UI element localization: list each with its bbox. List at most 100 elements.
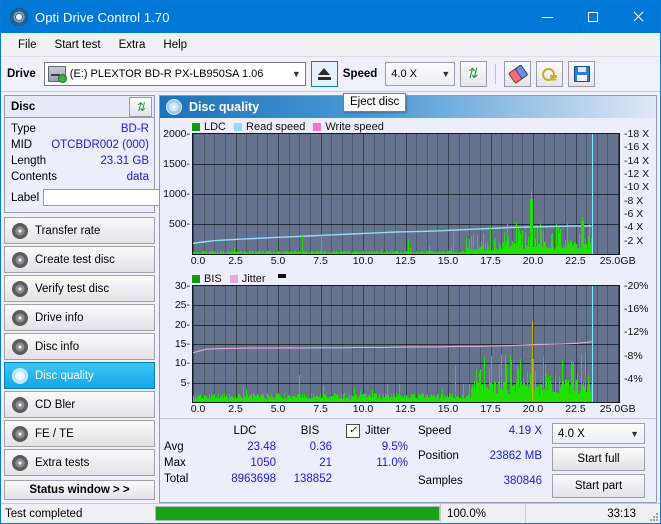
x-tick-label: 7.5 bbox=[313, 403, 328, 415]
bis-plot-area[interactable] bbox=[192, 285, 620, 403]
progress-percent: 100.0% bbox=[440, 504, 525, 523]
progress-track bbox=[155, 506, 440, 521]
sidebar-item-transfer-rate[interactable]: Transfer rate bbox=[4, 217, 155, 244]
sidebar-item-disc-info[interactable]: Disc info bbox=[4, 333, 155, 360]
stats-table: LDC BIS Avg 23.48 0.36 Max 1050 21 Total… bbox=[164, 423, 338, 498]
resize-grip-icon[interactable] bbox=[644, 504, 660, 523]
eject-disc-tooltip: Eject disc bbox=[343, 93, 407, 112]
bis-x-axis: 0.0 2.5 5.0 7.5 10.0 12.5 15.0 17.5 20.0 22.5 25.0 bbox=[191, 403, 621, 418]
speed-label: Speed bbox=[342, 68, 378, 80]
main-body: Disc ⇅ Type BD-R MID OTCBDR002 (000) Len… bbox=[1, 92, 660, 503]
x-tick-label: 0.0 bbox=[190, 255, 206, 267]
grip-dots bbox=[656, 519, 658, 521]
jitter-header: ✓ Jitter bbox=[346, 423, 408, 439]
ldc-x-axis-pad-left bbox=[162, 255, 192, 270]
title-bar: Opti Drive Control 1.70 bbox=[1, 1, 660, 33]
disc-row-length: Length 23.31 GB bbox=[11, 153, 149, 169]
position-cursor bbox=[592, 286, 594, 402]
refresh-icon: ⇅ bbox=[466, 65, 479, 81]
disc-icon bbox=[12, 367, 28, 384]
bar-peak bbox=[453, 233, 454, 254]
x-tick-label: 2.5 bbox=[228, 403, 243, 415]
menu-file[interactable]: File bbox=[9, 36, 46, 54]
y-tick-label: 5- bbox=[180, 376, 190, 389]
x-tick-label: 15.0 bbox=[437, 403, 459, 415]
y-tick-label: 20- bbox=[174, 318, 190, 331]
bis-chart-legend: BIS Jitter bbox=[162, 272, 654, 285]
stats-total-ldc: 8963698 bbox=[231, 473, 276, 485]
toolbar: Drive (E:) PLEXTOR BD-R PX-LB950SA 1.06 … bbox=[1, 57, 660, 92]
bis-x-unit: GB bbox=[620, 403, 654, 418]
eject-icon bbox=[317, 68, 331, 80]
x-tick-label: 10.0 bbox=[352, 255, 374, 267]
disc-panel-title: Disc bbox=[11, 100, 36, 113]
samples-readout-label: Samples bbox=[418, 475, 463, 487]
refresh-button[interactable]: ⇅ bbox=[460, 61, 488, 87]
close-button[interactable] bbox=[615, 1, 660, 33]
disc-refresh-button[interactable]: ⇅ bbox=[129, 96, 152, 117]
bar-peak bbox=[455, 366, 456, 402]
sidebar-item-fe-te[interactable]: FE / TE bbox=[4, 420, 155, 447]
drive-select[interactable]: (E:) PLEXTOR BD-R PX-LB950SA 1.06 ▼ bbox=[43, 62, 306, 86]
ldc-plot-area[interactable] bbox=[192, 133, 620, 255]
start-full-button[interactable]: Start full bbox=[552, 447, 645, 471]
y2-tick-label: -8 X bbox=[624, 194, 644, 207]
minimize-icon bbox=[542, 16, 553, 18]
save-button[interactable] bbox=[568, 61, 596, 87]
bis-chart: BIS Jitter 5- 10- 15- 20- 25- 30- -4% -8% -12% -… bbox=[160, 270, 656, 418]
y2-tick-label: -20% bbox=[624, 280, 649, 292]
sidebar-item-extra-tests[interactable]: Extra tests bbox=[4, 449, 155, 476]
bar-peak bbox=[299, 374, 300, 402]
sidebar-item-drive-info[interactable]: Drive info bbox=[4, 304, 155, 331]
sidebar-item-cd-bler[interactable]: CD Bler bbox=[4, 391, 155, 418]
stats-header-bis: BIS bbox=[300, 425, 320, 437]
disc-label-row: Label bbox=[11, 187, 215, 208]
sidebar-item-label: Disc info bbox=[35, 340, 80, 353]
x-tick-label: 12.5 bbox=[395, 255, 416, 267]
sidebar-item-disc-quality[interactable]: Disc quality bbox=[4, 362, 155, 389]
sidebar-item-label: CD Bler bbox=[35, 398, 76, 411]
ldc-y-axis-right: -2 X -4 X -6 X -8 X -10 X -12 X -14 X -16 X -18 … bbox=[620, 128, 654, 255]
disc-icon bbox=[12, 425, 28, 442]
disc-info-panel: Disc ⇅ Type BD-R MID OTCBDR002 (000) Len… bbox=[4, 95, 215, 213]
x-tick-label: 10.0 bbox=[352, 403, 374, 415]
minimize-button[interactable] bbox=[525, 1, 570, 33]
x-tick-label: 22.5 bbox=[565, 403, 586, 415]
menu-start-test[interactable]: Start test bbox=[46, 36, 110, 54]
menu-help[interactable]: Help bbox=[154, 36, 196, 54]
maximize-button[interactable] bbox=[570, 1, 615, 33]
erase-button[interactable] bbox=[504, 61, 532, 87]
sidebar-item-verify-test-disc[interactable]: Verify test disc bbox=[4, 275, 155, 302]
status-window-button[interactable]: Status window > > bbox=[4, 480, 155, 500]
page-title: Disc quality bbox=[189, 100, 260, 114]
start-part-button[interactable]: Start part bbox=[552, 474, 645, 498]
disc-panel-header: Disc ⇅ bbox=[5, 96, 154, 118]
test-speed-select[interactable]: 4.0 X ▼ bbox=[552, 423, 645, 444]
status-bar: Test completed 100.0% 33:13 bbox=[1, 503, 660, 523]
eject-button[interactable] bbox=[310, 61, 338, 87]
sidebar-item-label: Transfer rate bbox=[35, 224, 101, 237]
disc-quality-icon bbox=[166, 99, 182, 115]
jitter-checkbox[interactable]: ✓ bbox=[346, 424, 360, 438]
disc-quality-panel: Disc quality Eject disc LDC Read speed W… bbox=[159, 93, 657, 503]
y2-tick-label: -18 X bbox=[624, 128, 650, 140]
y-tick-label: 1000- bbox=[163, 188, 190, 200]
sidebar-item-create-test-disc[interactable]: Create test disc bbox=[4, 246, 155, 273]
jitter-avg-value: 9.5% bbox=[381, 441, 408, 453]
disc-row-type: Type BD-R bbox=[11, 121, 149, 137]
menu-extra[interactable]: Extra bbox=[110, 36, 155, 54]
key-button[interactable] bbox=[536, 61, 564, 87]
x-tick-label: 15.0 bbox=[437, 255, 459, 267]
sidebar-item-label: Disc quality bbox=[35, 369, 94, 382]
speed-select[interactable]: 4.0 X ▼ bbox=[385, 62, 456, 86]
samples-readout-value: 380846 bbox=[503, 475, 542, 487]
disc-icon bbox=[12, 222, 28, 239]
legend-swatch-write-speed bbox=[313, 122, 322, 131]
legend-swatch-bis bbox=[192, 274, 200, 283]
y2-tick-label: -4% bbox=[624, 372, 643, 385]
disc-icon bbox=[12, 454, 28, 471]
bis-y-axis-right: -4% -8% -12% -16% -20% bbox=[620, 280, 654, 403]
close-icon bbox=[632, 11, 644, 23]
toolbar-separator bbox=[495, 64, 497, 84]
bis-y-axis-left: 5- 10- 15- 20- 25- 30- bbox=[162, 280, 192, 403]
